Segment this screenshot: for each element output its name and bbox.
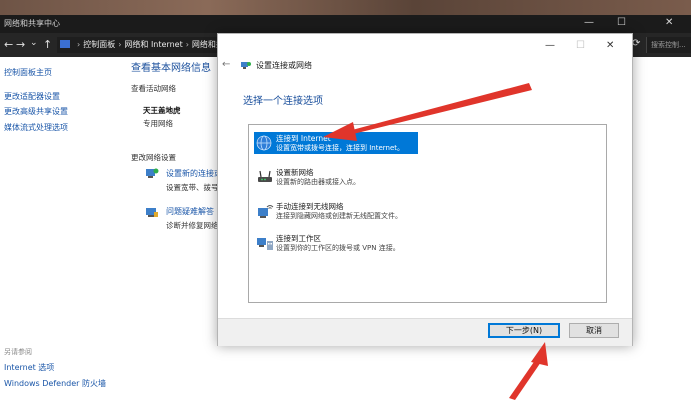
task-troubleshoot-link[interactable]: 问题疑难解答 [166, 206, 214, 217]
option-setup-new-network[interactable]: 设置新网络 设置新的路由器或接入点。 [254, 166, 418, 188]
breadcrumb-separator: › [77, 40, 81, 49]
network-setup-icon [241, 62, 251, 69]
breadcrumb[interactable]: ›控制面板›网络和 Internet›网络和共享中心 [57, 37, 217, 53]
breadcrumb-separator: › [118, 40, 122, 49]
cancel-button[interactable]: 取消 [569, 323, 619, 338]
refresh-icon[interactable]: ⟳ [632, 38, 640, 49]
back-button[interactable]: ← [4, 38, 13, 51]
window-title: 网络和共享中心 [4, 19, 60, 28]
up-button[interactable]: ↑ [43, 38, 52, 51]
task-troubleshoot-desc: 诊断并修复网络 [166, 221, 219, 230]
window-titlebar: 网络和共享中心 — ☐ ✕ [0, 15, 691, 33]
connection-options-list: 连接到 Internet 设置宽带或拨号连接，连接到 Internet。 设置新… [248, 124, 607, 303]
globe-icon [256, 135, 272, 151]
task-new-connection-link[interactable]: 设置新的连接或 [166, 168, 222, 179]
setup-connection-dialog: — ☐ ✕ ← 设置连接或网络 选择一个连接选项 连接到 Internet 设置… [217, 33, 633, 346]
see-also-firewall[interactable]: Windows Defender 防火墙 [4, 378, 106, 389]
troubleshoot-icon [146, 208, 158, 217]
search-input[interactable]: 搜索控制... [646, 37, 691, 53]
option-desc: 设置新的路由器或接入点。 [276, 178, 360, 186]
router-icon [258, 170, 272, 182]
network-type: 专用网络 [143, 119, 173, 128]
option-connect-internet[interactable]: 连接到 Internet 设置宽带或拨号连接，连接到 Internet。 [254, 132, 418, 154]
network-name: 天王盖地虎 [143, 106, 181, 115]
new-connection-icon [146, 168, 159, 178]
sidebar-home-link[interactable]: 控制面板主页 [4, 67, 52, 78]
sidebar-link-advanced-sharing[interactable]: 更改高级共享设置 [4, 106, 68, 117]
page-title: 查看基本网络信息 [131, 63, 211, 74]
control-panel-icon [60, 40, 70, 48]
dialog-maximize-button: ☐ [576, 40, 585, 51]
see-also-label: 另请参阅 [4, 348, 32, 356]
sidebar-link-media-streaming[interactable]: 媒体流式处理选项 [4, 122, 68, 133]
dialog-instruction: 选择一个连接选项 [243, 96, 323, 107]
option-desc: 设置宽带或拨号连接，连接到 Internet。 [276, 144, 405, 152]
dialog-back-button[interactable]: ← [222, 59, 230, 70]
change-settings-label: 更改网络设置 [131, 153, 176, 162]
window-close-button[interactable]: ✕ [665, 17, 673, 28]
sidebar-link-adapter-settings[interactable]: 更改适配器设置 [4, 91, 60, 102]
breadcrumb-network-internet[interactable]: 网络和 Internet [124, 40, 182, 49]
recent-locations-button[interactable]: ⌄ [30, 38, 38, 48]
option-connect-workplace[interactable]: 连接到工作区 设置到你的工作区的拨号或 VPN 连接。 [254, 232, 418, 254]
window-minimize-button[interactable]: — [584, 17, 594, 28]
dialog-close-button[interactable]: ✕ [606, 40, 614, 51]
option-manual-wireless[interactable]: 手动连接到无线网络 连接到隐藏网络或创建新无线配置文件。 [254, 200, 418, 222]
wireless-network-icon [258, 205, 274, 218]
next-button[interactable]: 下一步(N) [488, 323, 560, 338]
breadcrumb-network-sharing-center[interactable]: 网络和共享中心 [192, 40, 217, 49]
window-maximize-button[interactable]: ☐ [617, 17, 626, 28]
desktop-background-strip [0, 0, 691, 15]
forward-button[interactable]: → [16, 38, 25, 51]
workplace-network-icon [257, 238, 273, 250]
task-new-connection-desc: 设置宽带、拨号 [166, 183, 219, 192]
see-also-internet-options[interactable]: Internet 选项 [4, 362, 54, 373]
dialog-title: 设置连接或网络 [256, 61, 312, 70]
breadcrumb-separator: › [185, 40, 189, 49]
dialog-minimize-button[interactable]: — [545, 40, 555, 51]
option-desc: 设置到你的工作区的拨号或 VPN 连接。 [276, 244, 400, 252]
active-networks-label: 查看活动网络 [131, 84, 176, 93]
breadcrumb-control-panel[interactable]: 控制面板 [83, 40, 115, 49]
option-desc: 连接到隐藏网络或创建新无线配置文件。 [276, 212, 402, 220]
